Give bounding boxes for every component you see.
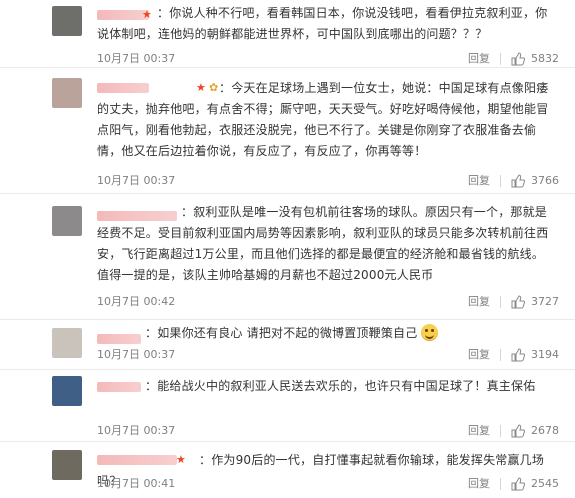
like-count: 5832	[531, 52, 559, 65]
comment-time: 10月7日 00:37	[97, 348, 176, 361]
comment-text: ：你说人种不行吧，看看韩国日本，你说没钱吧，看看伊拉克叙利亚，你说体制吧，连他妈…	[97, 6, 548, 41]
thumbs-up-icon[interactable]	[511, 174, 525, 188]
comment-actions: 回复 2678	[468, 424, 559, 438]
like-count: 3727	[531, 295, 559, 308]
comment-actions: 回复 3194	[468, 348, 559, 362]
like-count: 3194	[531, 348, 559, 361]
comment-item: ：如果你还有良心 请把对不起的微博置顶鞭策自己 10月7日 00:37 回复 3…	[0, 320, 575, 370]
thumbs-up-icon[interactable]	[511, 348, 525, 362]
comment-text: ：今天在足球场上遇到一位女士，她说：中国足球有点像阳痿的丈夫，抛弃他吧，有点舍不…	[97, 81, 549, 158]
reply-button[interactable]: 回复	[468, 174, 490, 188]
thumbs-up-icon[interactable]	[511, 477, 525, 491]
comment-time: 10月7日 00:37	[97, 174, 176, 187]
thumbs-up-icon[interactable]	[511, 295, 525, 309]
comment-time: 10月7日 00:42	[97, 295, 176, 308]
reply-button[interactable]: 回复	[468, 477, 490, 491]
comment-item: ：能给战火中的叙利亚人民送去欢乐的，也许只有中国足球了！真主保佑 10月7日 0…	[0, 370, 575, 442]
like-count: 2678	[531, 424, 559, 437]
avatar[interactable]	[52, 78, 82, 108]
action-divider	[500, 296, 501, 308]
action-divider	[500, 53, 501, 65]
comment-list: ★ ：你说人种不行吧，看看韩国日本，你说没钱吧，看看伊拉克叙利亚，你说体制吧，连…	[0, 0, 575, 498]
reply-button[interactable]: 回复	[468, 348, 490, 362]
avatar[interactable]	[52, 6, 82, 36]
comment-actions: 回复 3727	[468, 295, 559, 309]
like-count: 3766	[531, 174, 559, 187]
action-divider	[500, 349, 501, 361]
action-divider	[500, 175, 501, 187]
avatar[interactable]	[52, 376, 82, 406]
action-divider	[500, 478, 501, 490]
comment-actions: 回复 3766	[468, 174, 559, 188]
comment-text: ：如果你还有良心 请把对不起的微博置顶鞭策自己	[97, 323, 555, 344]
comment-time: 10月7日 00:41	[97, 477, 176, 490]
comment-actions: 回复 2545	[468, 477, 559, 491]
smile-emoji-icon	[421, 324, 439, 341]
like-count: 2545	[531, 477, 559, 490]
comment-time: 10月7日 00:37	[97, 52, 176, 65]
thumbs-up-icon[interactable]	[511, 424, 525, 438]
comment-time: 10月7日 00:37	[97, 424, 176, 437]
action-divider	[500, 425, 501, 437]
reply-button[interactable]: 回复	[468, 52, 490, 66]
thumbs-up-icon[interactable]	[511, 52, 525, 66]
comment-actions: 回复 5832	[468, 52, 559, 66]
avatar[interactable]	[52, 328, 82, 358]
reply-button[interactable]: 回复	[468, 295, 490, 309]
comment-item: ★ ：作为90后的一代，自打懂事起就看你输球，能发挥失常赢几场吗？ 10月7日 …	[0, 442, 575, 498]
comment-body: ：如果你还有良心 请把对不起的微博置顶鞭策自己	[145, 326, 418, 340]
avatar[interactable]	[52, 206, 82, 236]
comment-item: ★ ✿ ：今天在足球场上遇到一位女士，她说：中国足球有点像阳痿的丈夫，抛弃他吧，…	[0, 68, 575, 194]
avatar[interactable]	[52, 450, 82, 480]
comment-text: ：能给战火中的叙利亚人民送去欢乐的，也许只有中国足球了！真主保佑	[145, 379, 536, 393]
comment-text: ：叙利亚队是唯一没有包机前往客场的球队。原因只有一个，那就是经费不足。受目前叙利…	[97, 205, 549, 282]
reply-button[interactable]: 回复	[468, 424, 490, 438]
comment-item: ★ ：你说人种不行吧，看看韩国日本，你说没钱吧，看看伊拉克叙利亚，你说体制吧，连…	[0, 0, 575, 68]
comment-item: ：叙利亚队是唯一没有包机前往客场的球队。原因只有一个，那就是经费不足。受目前叙利…	[0, 194, 575, 320]
